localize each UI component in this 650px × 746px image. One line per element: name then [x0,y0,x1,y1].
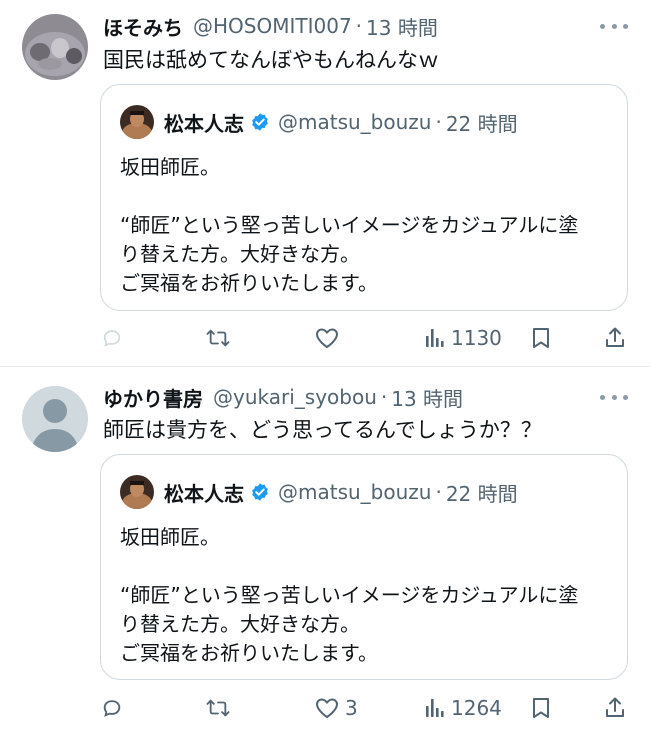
verified-badge-icon [250,482,270,502]
timestamp[interactable]: 13 時間 [391,383,463,412]
retweet-button[interactable] [205,323,237,353]
separator-dot: · [355,14,363,38]
like-count: 3 [345,696,358,720]
tweet-header: ほそみち @HOSOMITI007 · 13 時間 [103,11,438,41]
quoted-tweet-text: 坂田師匠。 “師匠”という堅っ苦しいイメージをカジュアルに塗 り替えた方。大好き… [120,155,579,295]
quoted-tweet[interactable]: 松本人志 @matsu_bouzu · 22 時間 坂田師匠。 “師匠”という堅… [100,454,628,680]
share-icon [606,697,624,717]
more-icon[interactable] [600,20,628,32]
avatar[interactable] [22,14,88,80]
retweet-icon [206,329,230,347]
tweet[interactable]: ほそみち @HOSOMITI007 · 13 時間 国民は舐めてなんぼやもんねん… [0,0,650,366]
quoted-tweet-header: 松本人志 @matsu_bouzu · 22 時間 [120,105,518,139]
bookmark-button[interactable] [531,323,551,353]
reply-button[interactable] [101,323,129,353]
user-handle[interactable]: @HOSOMITI007 [193,14,352,38]
bookmark-button[interactable] [531,693,551,723]
verified-badge-icon [250,112,270,132]
separator-dot: · [435,480,442,504]
retweet-button[interactable] [205,693,237,723]
quoted-timestamp: 22 時間 [445,111,518,136]
bookmark-icon [533,328,549,348]
user-handle[interactable]: @yukari_syobou [213,385,377,409]
display-name[interactable]: ゆかり書房 [103,383,203,412]
tweet-text: 師匠は貴方を、どう思ってるんでしょうか？？ [103,418,542,442]
quoted-tweet[interactable]: 松本人志 @matsu_bouzu · 22 時間 坂田師匠。 “師匠”という堅… [100,84,628,311]
display-name[interactable]: ほそみち [103,12,183,41]
quoted-display-name: 松本人志 [164,481,244,506]
tweet-actions: 1130 [0,323,650,353]
views-icon [426,699,444,717]
retweet-icon [206,699,230,717]
reply-icon [103,330,121,347]
reply-icon [103,700,121,717]
views-button[interactable]: 1264 [425,693,502,723]
tweet-actions: 3 1264 [0,693,650,723]
quoted-tweet-text: 坂田師匠。 “師匠”という堅っ苦しいイメージをカジュアルに塗 り替えた方。大好き… [120,525,579,665]
more-icon[interactable] [600,391,628,403]
views-count: 1264 [451,696,502,720]
views-icon [426,329,444,347]
quoted-avatar [120,105,154,139]
quoted-tweet-header: 松本人志 @matsu_bouzu · 22 時間 [120,475,518,509]
separator-dot: · [380,385,388,409]
views-button[interactable]: 1130 [425,323,502,353]
share-button[interactable] [604,693,626,723]
quoted-timestamp: 22 時間 [445,481,518,506]
separator-dot: · [435,110,442,134]
tweet-text: 国民は舐めてなんぼやもんねんなｗ [103,48,439,72]
quoted-user-handle: @matsu_bouzu [278,110,432,134]
avatar[interactable] [22,386,88,452]
like-icon [316,328,338,348]
tweet[interactable]: ゆかり書房 @yukari_syobou · 13 時間 師匠は貴方を、どう思っ… [0,367,650,746]
bookmark-icon [533,698,549,718]
views-count: 1130 [451,326,502,350]
tweet-header: ゆかり書房 @yukari_syobou · 13 時間 [103,382,463,412]
like-icon [316,698,338,718]
timestamp[interactable]: 13 時間 [366,12,438,41]
quoted-display-name: 松本人志 [164,111,244,136]
like-button[interactable]: 3 [315,693,358,723]
reply-button[interactable] [101,693,129,723]
like-button[interactable] [315,323,345,353]
quoted-user-handle: @matsu_bouzu [278,480,432,504]
share-icon [606,327,624,347]
share-button[interactable] [604,323,626,353]
quoted-avatar [120,475,154,509]
